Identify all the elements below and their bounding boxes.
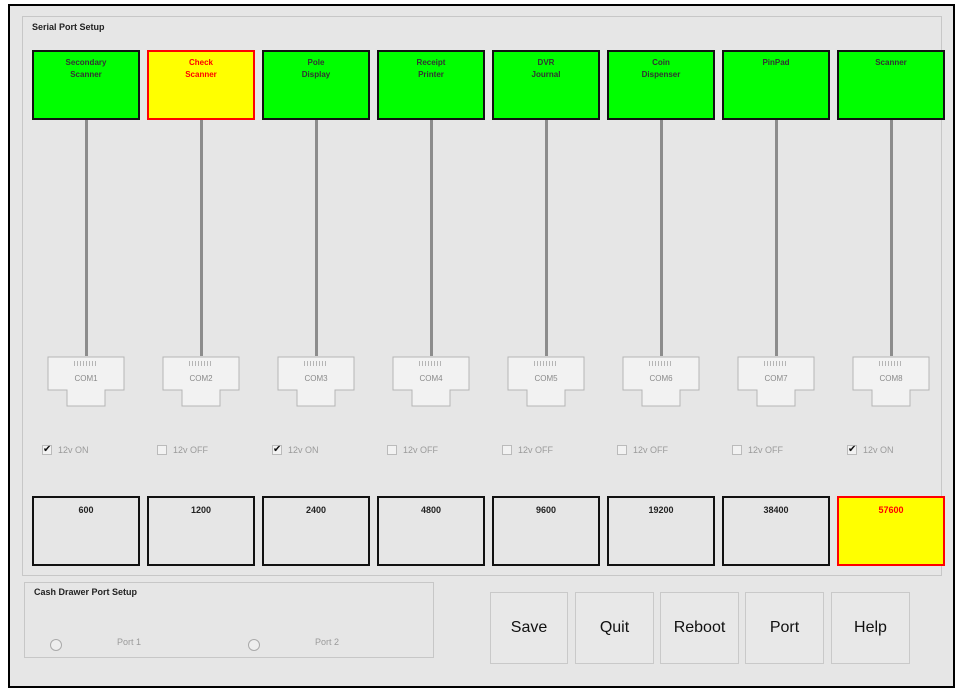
help-button[interactable]: Help: [831, 592, 910, 664]
power-12v-toggle[interactable]: 12v OFF: [502, 443, 553, 457]
port-button[interactable]: Port: [745, 592, 824, 664]
device-6-button[interactable]: Coin Dispenser: [607, 50, 715, 120]
checkbox-icon[interactable]: [387, 445, 397, 455]
checkbox-icon[interactable]: ✔: [42, 445, 52, 455]
baud-rate-button[interactable]: 2400: [262, 496, 370, 566]
com-port-label: COM8: [879, 374, 903, 383]
device-5-button[interactable]: DVR Journal: [492, 50, 600, 120]
power-label: 12v OFF: [633, 445, 669, 455]
checkbox-icon[interactable]: ✔: [272, 445, 282, 455]
com-port-connector: COM1: [47, 356, 125, 408]
power-12v-toggle[interactable]: ✔ 12v ON: [42, 443, 89, 457]
checkbox-icon[interactable]: [157, 445, 167, 455]
com-port-connector: COM7: [737, 356, 815, 408]
com-port-label: COM3: [304, 374, 328, 383]
com-port-connector: COM4: [392, 356, 470, 408]
port2-radio[interactable]: [248, 639, 260, 651]
power-label: 12v OFF: [518, 445, 554, 455]
save-button[interactable]: Save: [490, 592, 568, 664]
port2-label: Port 2: [315, 637, 340, 647]
com-port-label: COM4: [419, 374, 443, 383]
com-port-label: COM1: [74, 374, 98, 383]
device-4-button[interactable]: Receipt Printer: [377, 50, 485, 120]
power-label: 12v ON: [58, 445, 89, 455]
baud-rate-button[interactable]: 19200: [607, 496, 715, 566]
baud-rate-button[interactable]: 57600: [837, 496, 945, 566]
power-label: 12v ON: [288, 445, 319, 455]
power-12v-toggle[interactable]: 12v OFF: [617, 443, 668, 457]
baud-rate-button[interactable]: 600: [32, 496, 140, 566]
serial-port-setup-title: Serial Port Setup: [32, 22, 105, 32]
device-3-button[interactable]: Pole Display: [262, 50, 370, 120]
reboot-button[interactable]: Reboot: [660, 592, 739, 664]
port1-radio[interactable]: [50, 639, 62, 651]
power-label: 12v ON: [863, 445, 894, 455]
cable-line: [200, 120, 203, 356]
com-port-connector: COM2: [162, 356, 240, 408]
cable-line: [890, 120, 893, 356]
checkbox-icon[interactable]: [617, 445, 627, 455]
cable-line: [660, 120, 663, 356]
power-12v-toggle[interactable]: 12v OFF: [387, 443, 438, 457]
power-12v-toggle[interactable]: ✔ 12v ON: [272, 443, 319, 457]
com-port-connector: COM8: [852, 356, 930, 408]
device-7-button[interactable]: PinPad: [722, 50, 830, 120]
port1-label: Port 1: [117, 637, 142, 647]
baud-rate-button[interactable]: 4800: [377, 496, 485, 566]
power-label: 12v OFF: [173, 445, 209, 455]
power-12v-toggle[interactable]: 12v OFF: [732, 443, 783, 457]
device-2-button[interactable]: Check Scanner: [147, 50, 255, 120]
serial-setup-window: Serial Port Setup Secondary Scanner COM1 ✔…: [8, 4, 955, 688]
checkbox-icon[interactable]: [502, 445, 512, 455]
com-port-label: COM5: [534, 374, 558, 383]
device-1-button[interactable]: Secondary Scanner: [32, 50, 140, 120]
com-port-connector: COM5: [507, 356, 585, 408]
baud-rate-button[interactable]: 38400: [722, 496, 830, 566]
cable-line: [315, 120, 318, 356]
device-8-button[interactable]: Scanner: [837, 50, 945, 120]
cable-line: [545, 120, 548, 356]
checkbox-icon[interactable]: [732, 445, 742, 455]
power-12v-toggle[interactable]: ✔ 12v ON: [847, 443, 894, 457]
cable-line: [430, 120, 433, 356]
cable-line: [85, 120, 88, 356]
cable-line: [775, 120, 778, 356]
com-port-label: COM2: [189, 374, 213, 383]
checkbox-icon[interactable]: ✔: [847, 445, 857, 455]
baud-rate-button[interactable]: 1200: [147, 496, 255, 566]
com-port-connector: COM3: [277, 356, 355, 408]
com-port-label: COM6: [649, 374, 673, 383]
cash-drawer-title: Cash Drawer Port Setup: [34, 587, 138, 597]
baud-rate-button[interactable]: 9600: [492, 496, 600, 566]
power-label: 12v OFF: [403, 445, 439, 455]
com-port-label: COM7: [764, 374, 788, 383]
quit-button[interactable]: Quit: [575, 592, 654, 664]
power-12v-toggle[interactable]: 12v OFF: [157, 443, 208, 457]
com-port-connector: COM6: [622, 356, 700, 408]
power-label: 12v OFF: [748, 445, 784, 455]
